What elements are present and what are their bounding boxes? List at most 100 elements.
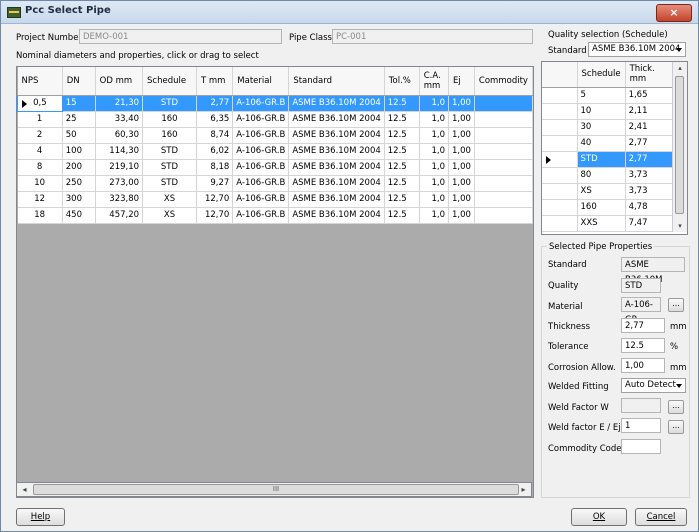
- cell-tol[interactable]: 12.5: [384, 95, 420, 112]
- cell-t[interactable]: 2,77: [196, 95, 234, 112]
- list-item[interactable]: 160 4,78: [542, 199, 674, 216]
- cell-material[interactable]: A-106-GR.B: [232, 143, 290, 160]
- cancel-button[interactable]: Cancel: [635, 508, 687, 526]
- weld-factor-w-field[interactable]: [621, 398, 661, 413]
- col-od[interactable]: OD mm: [95, 67, 144, 96]
- cell-nps[interactable]: 2: [17, 127, 63, 144]
- cell-schedule[interactable]: STD: [142, 175, 197, 192]
- table-row[interactable]: 18 450 457,20 XS 12,70 A-106-GR.B ASME B36.10M…: [17, 207, 533, 224]
- cell-ej[interactable]: 1,00: [448, 111, 475, 128]
- cell-dn[interactable]: 25: [62, 111, 96, 128]
- cell-ej[interactable]: 1,00: [448, 175, 475, 192]
- col-material[interactable]: Material: [232, 67, 290, 96]
- scroll-left-icon[interactable]: ◂: [17, 483, 32, 496]
- cell-ca[interactable]: 1,0: [419, 95, 449, 112]
- list-item[interactable]: XXS 7,47: [542, 215, 674, 232]
- cell-commodity[interactable]: [474, 159, 533, 176]
- weld-e-browse-button[interactable]: ...: [668, 420, 684, 434]
- cell-schedule[interactable]: 160: [142, 111, 197, 128]
- cell-thick[interactable]: 2,41: [625, 119, 674, 136]
- cell-material[interactable]: A-106-GR.B: [232, 207, 290, 224]
- cell-ca[interactable]: 1,0: [419, 207, 449, 224]
- cell-od[interactable]: 457,20: [95, 207, 144, 224]
- ok-button[interactable]: OK: [571, 508, 627, 526]
- cell-dn[interactable]: 15: [62, 95, 96, 112]
- cell-schedule[interactable]: 40: [577, 135, 626, 152]
- cell-tol[interactable]: 12.5: [384, 191, 420, 208]
- cell-schedule[interactable]: 160: [577, 199, 626, 216]
- table-row[interactable]: 4 100 114,30 STD 6,02 A-106-GR.B ASME B36.10M …: [17, 143, 533, 160]
- col-ca[interactable]: C.A. mm: [419, 67, 449, 96]
- table-row[interactable]: 8 200 219,10 STD 8,18 A-106-GR.B ASME B36.10M …: [17, 159, 533, 176]
- weld-w-browse-button[interactable]: ...: [668, 400, 684, 414]
- list-item[interactable]: 30 2,41: [542, 119, 674, 136]
- cell-standard[interactable]: ASME B36.10M 2004: [288, 95, 385, 112]
- table-row[interactable]: 0,5 15 21,30 STD 2,77 A-106-GR.B ASME B36.10M …: [17, 94, 533, 112]
- cell-material[interactable]: A-106-GR.B: [232, 175, 290, 192]
- cell-commodity[interactable]: [474, 111, 533, 128]
- row-header[interactable]: [542, 135, 578, 152]
- cell-ej[interactable]: 1,00: [448, 95, 475, 112]
- cell-ej[interactable]: 1,00: [448, 159, 475, 176]
- col-schedule[interactable]: Schedule: [142, 67, 197, 96]
- pipe-grid[interactable]: NPS DN OD mm Schedule T mm Material Stan…: [16, 66, 534, 498]
- cell-standard[interactable]: ASME B36.10M 2004: [288, 191, 385, 208]
- cell-nps[interactable]: 18: [17, 207, 63, 224]
- cell-schedule[interactable]: 5: [577, 87, 626, 104]
- cell-ej[interactable]: 1,00: [448, 207, 475, 224]
- list-item[interactable]: 5 1,65: [542, 87, 674, 104]
- welded-fitting-combo[interactable]: Auto Detect: [621, 378, 686, 393]
- quality-standard-combo[interactable]: ASME B36.10M 2004: [588, 42, 686, 57]
- cell-schedule[interactable]: 160: [142, 127, 197, 144]
- cell-tol[interactable]: 12.5: [384, 159, 420, 176]
- cell-commodity[interactable]: [474, 175, 533, 192]
- cell-standard[interactable]: ASME B36.10M 2004: [288, 127, 385, 144]
- cell-t[interactable]: 8,18: [196, 159, 234, 176]
- cell-od[interactable]: 323,80: [95, 191, 144, 208]
- cell-material[interactable]: A-106-GR.B: [232, 191, 290, 208]
- cell-commodity[interactable]: [474, 127, 533, 144]
- commodity-code-input[interactable]: [621, 439, 661, 454]
- cell-schedule[interactable]: STD: [142, 159, 197, 176]
- row-header[interactable]: [542, 199, 578, 216]
- col-commodity[interactable]: Commodity: [474, 67, 533, 96]
- cell-tol[interactable]: 12.5: [384, 143, 420, 160]
- table-row[interactable]: 1 25 33,40 160 6,35 A-106-GR.B ASME B36.10M 20…: [17, 111, 533, 128]
- cell-dn[interactable]: 100: [62, 143, 96, 160]
- cell-t[interactable]: 8,74: [196, 127, 234, 144]
- thickness-input[interactable]: 2,77: [621, 318, 665, 333]
- cell-standard[interactable]: ASME B36.10M 2004: [288, 143, 385, 160]
- row-header[interactable]: [542, 87, 578, 104]
- cell-thick[interactable]: 2,77: [625, 135, 674, 152]
- col-standard[interactable]: Standard: [288, 67, 385, 96]
- cell-tol[interactable]: 12.5: [384, 127, 420, 144]
- schedule-grid[interactable]: Schedule Thick. mm 5 1,65 10 2,11 30 2,41 40 2,…: [541, 61, 688, 235]
- cell-t[interactable]: 9,27: [196, 175, 234, 192]
- scroll-down-icon[interactable]: ▾: [673, 220, 687, 232]
- row-header[interactable]: [542, 183, 578, 200]
- cell-nps[interactable]: 10: [17, 175, 63, 192]
- cell-t[interactable]: 12,70: [196, 191, 234, 208]
- schedule-scroll-thumb[interactable]: [675, 76, 684, 214]
- cell-od[interactable]: 273,00: [95, 175, 144, 192]
- cell-schedule[interactable]: XXS: [577, 215, 626, 232]
- horizontal-scrollbar[interactable]: ◂ III ▸: [16, 482, 532, 497]
- table-row[interactable]: 2 50 60,30 160 8,74 A-106-GR.B ASME B36.10M 20…: [17, 127, 533, 144]
- cell-thick[interactable]: 4,78: [625, 199, 674, 216]
- list-item[interactable]: 40 2,77: [542, 135, 674, 152]
- cell-material[interactable]: A-106-GR.B: [232, 111, 290, 128]
- list-item[interactable]: STD 2,77: [542, 151, 674, 168]
- list-item[interactable]: 80 3,73: [542, 167, 674, 184]
- schedule-scrollbar[interactable]: ▴ ▾: [672, 62, 687, 232]
- cell-dn[interactable]: 200: [62, 159, 96, 176]
- cell-schedule[interactable]: XS: [142, 207, 197, 224]
- cell-schedule[interactable]: XS: [142, 191, 197, 208]
- col-thickness[interactable]: Thick. mm: [625, 62, 674, 88]
- cell-t[interactable]: 6,02: [196, 143, 234, 160]
- cell-thick[interactable]: 7,47: [625, 215, 674, 232]
- cell-commodity[interactable]: [474, 95, 533, 112]
- cell-schedule[interactable]: 80: [577, 167, 626, 184]
- scroll-thumb[interactable]: III: [33, 484, 519, 495]
- row-header[interactable]: [542, 151, 578, 168]
- cell-dn[interactable]: 300: [62, 191, 96, 208]
